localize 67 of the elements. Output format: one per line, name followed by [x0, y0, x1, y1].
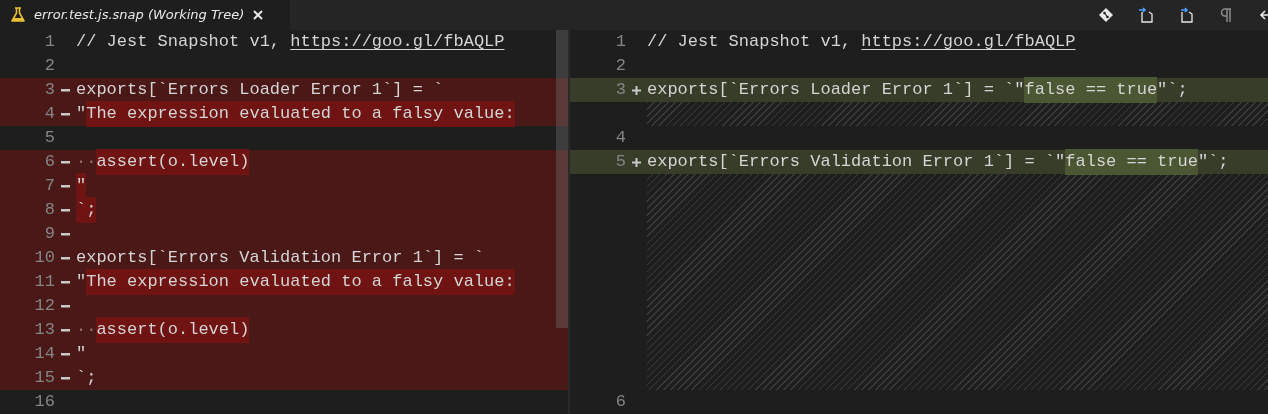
line-number: 1	[43, 31, 55, 54]
plus-icon	[632, 85, 641, 95]
minus-icon	[61, 350, 70, 358]
flask-icon	[10, 7, 26, 23]
scrollbar-thumb[interactable]	[556, 30, 568, 328]
line-number: 3	[43, 79, 55, 102]
line-number: 7	[43, 175, 55, 198]
whitespace-dots: ··	[76, 319, 97, 342]
line-number: 12	[33, 295, 55, 318]
code-text: "	[76, 271, 87, 294]
minus-icon	[61, 374, 70, 382]
code-text: exports[`Errors Validation Error 1`] = `"	[647, 151, 1066, 174]
link[interactable]: https://goo.gl/fbAQLP	[861, 29, 1076, 55]
code-text: "	[76, 343, 87, 366]
line-number: 9	[43, 223, 55, 246]
code-text: exports[`Errors Loader Error 1`] = `"	[647, 79, 1025, 102]
code-text: `;	[76, 197, 97, 223]
code-text: assert(o.level)	[96, 149, 250, 175]
line-number: 6	[614, 391, 626, 414]
minus-icon	[61, 182, 70, 190]
minus-icon	[61, 278, 70, 286]
minus-icon	[61, 158, 70, 166]
line-number: 5	[43, 127, 55, 150]
line-number: 11	[33, 271, 55, 294]
line-number: 4	[43, 103, 55, 126]
code-text: `;	[76, 367, 97, 390]
code-text: // Jest Snapshot v1,	[647, 31, 853, 54]
code-text: exports[`Errors Loader Error 1`] = `	[76, 79, 444, 102]
line-number: 2	[43, 55, 55, 78]
minus-icon	[61, 302, 70, 310]
file-arrow-icon[interactable]	[1138, 7, 1154, 23]
minus-icon	[61, 230, 70, 238]
minus-icon	[61, 86, 70, 94]
code-text: // Jest Snapshot v1,	[76, 31, 282, 54]
file-arrow-icon[interactable]	[1178, 7, 1194, 23]
line-number: 10	[33, 247, 55, 270]
link[interactable]: https://goo.gl/fbAQLP	[290, 29, 505, 55]
line-number: 6	[43, 151, 55, 174]
line-number: 2	[614, 55, 626, 78]
code-text: assert(o.level)	[96, 317, 250, 343]
line-number: 16	[33, 391, 55, 414]
line-number: 1	[614, 31, 626, 54]
pilcrow-icon[interactable]	[1218, 7, 1234, 23]
code-text: false == true	[1065, 149, 1198, 175]
code-text: "`;	[1157, 79, 1188, 102]
line-number: 8	[43, 199, 55, 222]
code-text: "	[76, 103, 87, 126]
line-number: 13	[33, 319, 55, 342]
line-number: 5	[614, 151, 626, 174]
code-text: false == true	[1024, 77, 1158, 103]
code-text: exports[`Errors Validation Error 1`] = `	[76, 247, 485, 270]
minus-icon	[61, 110, 70, 118]
minus-icon	[61, 206, 70, 214]
line-number: 14	[33, 343, 55, 366]
line-number: 3	[614, 79, 626, 102]
line-number: 4	[614, 127, 626, 150]
plus-icon	[632, 157, 641, 167]
git-diamond-icon[interactable]	[1098, 7, 1114, 23]
code-text: "	[76, 173, 87, 199]
code-text: "`;	[1197, 151, 1229, 174]
close-icon[interactable]	[252, 9, 265, 21]
minus-icon	[61, 254, 70, 262]
minus-icon	[61, 326, 70, 334]
whitespace-dots: ··	[76, 151, 97, 174]
code-text: The expression evaluated to a falsy value:	[86, 101, 515, 127]
code-text: The expression evaluated to a falsy value:	[86, 269, 515, 295]
line-number: 15	[33, 367, 55, 390]
